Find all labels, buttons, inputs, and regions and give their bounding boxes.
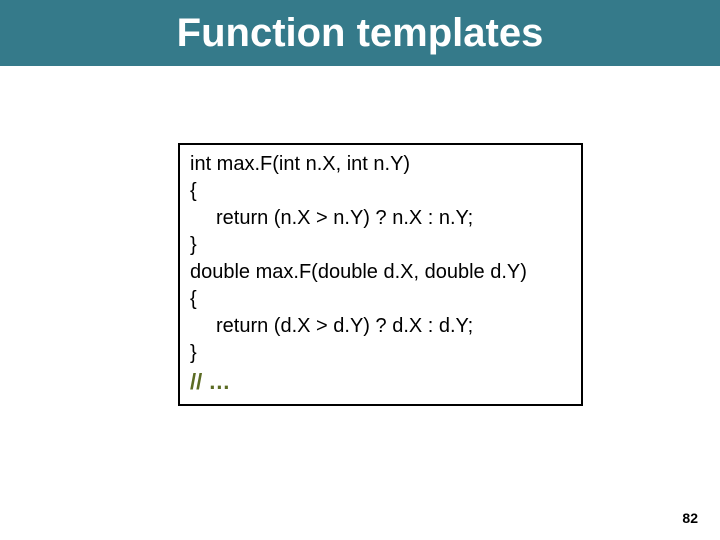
- code-line: double max.F(double d.X, double d.Y): [190, 259, 571, 286]
- code-line: {: [190, 178, 571, 205]
- code-comment: // …: [190, 367, 571, 398]
- code-line: }: [190, 340, 571, 367]
- code-line: {: [190, 286, 571, 313]
- code-line: int max.F(int n.X, int n.Y): [190, 151, 571, 178]
- code-box: int max.F(int n.X, int n.Y) { return (n.…: [178, 143, 583, 406]
- slide-title: Function templates: [177, 11, 544, 56]
- code-line: }: [190, 232, 571, 259]
- title-bar: Function templates: [0, 0, 720, 66]
- page-number: 82: [682, 510, 698, 526]
- code-line: return (d.X > d.Y) ? d.X : d.Y;: [190, 313, 571, 340]
- code-line: return (n.X > n.Y) ? n.X : n.Y;: [190, 205, 571, 232]
